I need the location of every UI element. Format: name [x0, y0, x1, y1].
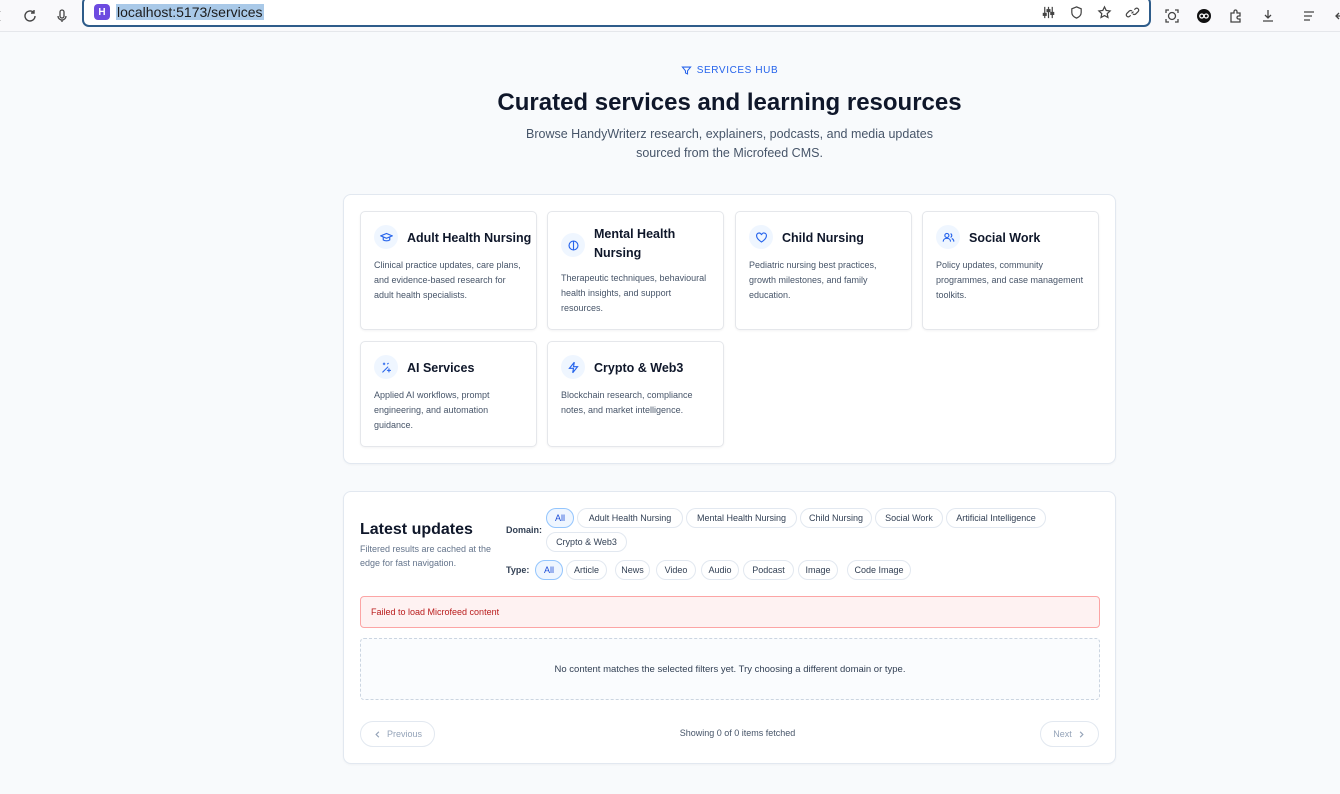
service-card-adult-health-nursing[interactable]: Adult Health Nursing Clinical practice u… — [360, 211, 537, 330]
tune-icon[interactable] — [1039, 3, 1057, 21]
graduation-cap-icon — [374, 225, 398, 249]
service-card-description: Blockchain research, compliance notes, a… — [561, 390, 693, 415]
site-favicon: H — [94, 4, 110, 20]
updates-subtitle: Filtered results are cached at the edge … — [360, 544, 492, 568]
lens-search-icon[interactable] — [1160, 4, 1184, 28]
type-chip-all[interactable]: All — [535, 560, 563, 580]
extension-icon[interactable] — [1192, 4, 1216, 28]
error-alert: Failed to load Microfeed content — [360, 596, 1100, 628]
hero-eyebrow: SERVICES HUB — [0, 65, 1340, 76]
service-card-title: Child Nursing — [782, 231, 864, 245]
service-card-title: Social Work — [969, 231, 1041, 245]
heart-icon — [749, 225, 773, 249]
pagination-info: Showing 0 of 0 items fetched — [679, 728, 796, 738]
updates-panel: Latest updates Filtered results are cach… — [343, 491, 1116, 764]
download-icon[interactable] — [1256, 4, 1280, 28]
domain-chip-all[interactable]: All — [546, 508, 574, 528]
service-card-child-nursing[interactable]: Child Nursing Pediatric nursing best pra… — [735, 211, 912, 330]
service-card-crypto-web3[interactable]: Crypto & Web3 Blockchain research, compl… — [547, 341, 724, 447]
address-bar[interactable]: H localhost:5173/services — [82, 0, 1151, 27]
puzzle-icon[interactable] — [1224, 4, 1248, 28]
updates-title: Latest updates — [360, 521, 473, 538]
sidebar-toggle-icon[interactable] — [1326, 4, 1340, 28]
microphone-icon[interactable] — [50, 4, 74, 28]
domain-chip-mental-health-nursing[interactable]: Mental Health Nursing — [686, 508, 797, 528]
lightning-icon — [561, 355, 585, 379]
service-card-title: AI Services — [407, 361, 475, 375]
service-card-description: Policy updates, community programmes, an… — [936, 260, 1084, 300]
reload-icon[interactable] — [18, 4, 42, 28]
service-card-description: Applied AI workflows, prompt engineering… — [374, 390, 490, 430]
type-chip-image[interactable]: Image — [798, 560, 838, 580]
url-text[interactable]: localhost:5173/services — [116, 4, 264, 20]
type-chip-code-image[interactable]: Code Image — [847, 560, 911, 580]
type-chip-news[interactable]: News — [615, 560, 650, 580]
domain-chip-adult-health-nursing[interactable]: Adult Health Nursing — [577, 508, 683, 528]
services-panel: Adult Health Nursing Clinical practice u… — [343, 194, 1116, 464]
service-card-description: Pediatric nursing best practices, growth… — [749, 260, 877, 300]
service-card-description: Clinical practice updates, care plans, a… — [374, 260, 521, 300]
type-chip-article[interactable]: Article — [566, 560, 607, 580]
domain-filter-label: Domain: — [506, 525, 542, 535]
brain-icon — [561, 233, 585, 257]
empty-state-message: No content matches the selected filters … — [554, 663, 906, 675]
domain-chip-crypto-web3[interactable]: Crypto & Web3 — [546, 532, 627, 552]
shield-icon[interactable] — [1067, 3, 1085, 21]
service-card-ai-services[interactable]: AI Services Applied AI workflows, prompt… — [360, 341, 537, 447]
type-chip-audio[interactable]: Audio — [701, 560, 739, 580]
empty-state: No content matches the selected filters … — [360, 638, 1100, 700]
back-icon[interactable] — [0, 4, 10, 28]
type-filter-label: Type: — [506, 565, 530, 575]
service-card-social-work[interactable]: Social Work Policy updates, community pr… — [922, 211, 1099, 330]
browser-toolbar: H localhost:5173/services — [0, 0, 1340, 32]
hero-eyebrow-label: SERVICES HUB — [696, 65, 779, 76]
menu-icon[interactable] — [1297, 4, 1321, 28]
service-card-title: Crypto & Web3 — [594, 361, 684, 375]
error-message: Failed to load Microfeed content — [371, 607, 500, 617]
users-icon — [936, 225, 960, 249]
service-card-mental-health-nursing[interactable]: Mental Health Nursing Therapeutic techni… — [547, 211, 724, 330]
service-card-description: Therapeutic techniques, behavioural heal… — [561, 273, 707, 313]
link-icon[interactable] — [1123, 3, 1141, 21]
sparkles-icon — [374, 355, 398, 379]
next-label: Next — [1053, 729, 1072, 739]
filter-icon — [681, 66, 692, 75]
domain-chip-social-work[interactable]: Social Work — [875, 508, 943, 528]
star-icon[interactable] — [1095, 3, 1113, 21]
chevron-right-icon — [1079, 730, 1084, 738]
type-chip-podcast[interactable]: Podcast — [743, 560, 794, 580]
service-card-title: Mental Health Nursing — [594, 227, 676, 260]
page-subtitle: Browse HandyWriterz research, explainers… — [526, 127, 933, 160]
page-title: Curated services and learning resources — [497, 89, 962, 116]
next-button[interactable]: Next — [1040, 721, 1099, 747]
type-chip-video[interactable]: Video — [656, 560, 696, 580]
service-card-title: Adult Health Nursing — [407, 231, 532, 245]
domain-chip-artificial-intelligence[interactable]: Artificial Intelligence — [946, 508, 1046, 528]
domain-chip-child-nursing[interactable]: Child Nursing — [800, 508, 872, 528]
